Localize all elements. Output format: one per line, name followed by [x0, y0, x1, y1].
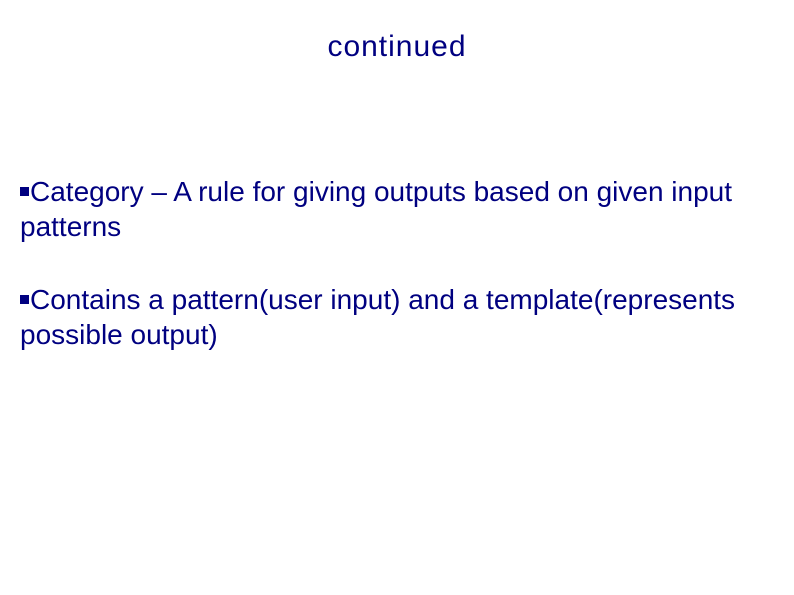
- bullet-item: Category – A rule for giving outputs bas…: [20, 174, 774, 244]
- slide-title: continued: [20, 30, 774, 64]
- square-bullet-icon: [20, 187, 29, 196]
- square-bullet-icon: [20, 295, 29, 304]
- bullet-text: Contains a pattern(user input) and a tem…: [20, 284, 735, 350]
- bullet-text: Category – A rule for giving outputs bas…: [20, 176, 732, 242]
- bullet-label: Contains a pattern(user input) and a tem…: [20, 284, 735, 350]
- bullet-item: Contains a pattern(user input) and a tem…: [20, 282, 774, 352]
- bullet-label: Category – A rule for giving outputs bas…: [20, 176, 732, 242]
- slide: continued Category – A rule for giving o…: [0, 0, 794, 595]
